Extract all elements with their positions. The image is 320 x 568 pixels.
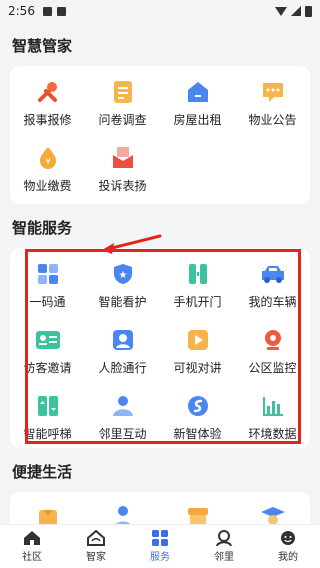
services-icon	[151, 530, 169, 546]
notification-icon	[42, 6, 52, 16]
house-icon	[185, 79, 211, 105]
highlight-box	[25, 249, 301, 444]
service-item-repair[interactable]: 报事报修	[10, 70, 85, 136]
section-title-management: 智慧管家	[12, 37, 73, 55]
mail-icon	[110, 145, 136, 171]
bottom-nav: 社区 智家 服务 邻里 我的	[0, 524, 320, 568]
signal-icon	[291, 6, 301, 16]
wifi-icon	[275, 6, 287, 16]
svg-text:¥: ¥	[45, 157, 50, 166]
wrench-icon	[35, 79, 61, 105]
annotation-arrow	[102, 234, 162, 254]
service-item-notice[interactable]: 物业公告	[235, 70, 310, 136]
status-bar: 2:56	[0, 0, 320, 22]
service-item-survey[interactable]: 问卷调查	[85, 70, 160, 136]
service-item-payment[interactable]: ¥ 物业缴费	[10, 136, 85, 202]
payment-icon: ¥	[35, 145, 61, 171]
management-card: 报事报修 问卷调查 房屋出租 物业公告 ¥ 物业缴费 投诉表扬	[10, 66, 310, 204]
home-icon	[23, 530, 41, 546]
nav-item-profile[interactable]: 我的	[256, 525, 320, 568]
profile-icon	[279, 530, 297, 546]
nav-item-smart-home[interactable]: 智家	[64, 525, 128, 568]
section-title-life: 便捷生活	[12, 463, 73, 481]
service-item-rental[interactable]: 房屋出租	[160, 70, 235, 136]
smart-home-icon	[87, 530, 105, 546]
survey-icon	[110, 79, 136, 105]
status-time: 2:56	[8, 4, 35, 18]
neighbor-icon	[215, 530, 233, 546]
nav-item-services[interactable]: 服务	[128, 525, 192, 568]
notice-icon	[260, 79, 286, 105]
notification-icon	[56, 6, 66, 16]
nav-item-neighbor[interactable]: 邻里	[192, 525, 256, 568]
nav-item-community[interactable]: 社区	[0, 525, 64, 568]
service-item-complaint[interactable]: 投诉表扬	[85, 136, 160, 202]
battery-icon	[305, 5, 312, 17]
